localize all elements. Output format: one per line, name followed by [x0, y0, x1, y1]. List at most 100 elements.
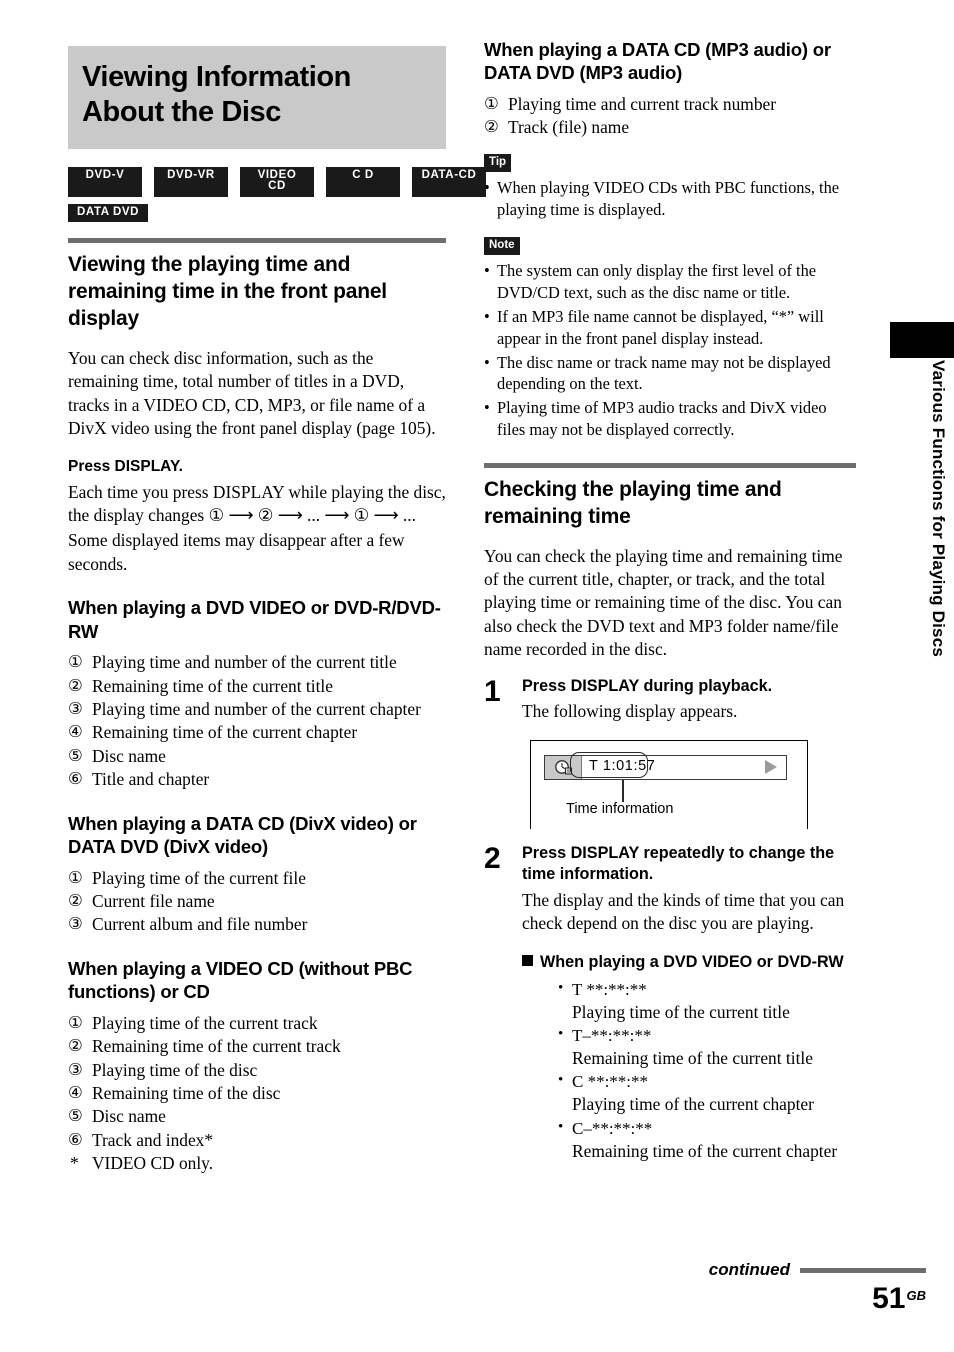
list-item-label: Playing time of the disc [92, 1059, 258, 1080]
press-display-sequence: Each time you press DISPLAY while playin… [68, 481, 446, 526]
section-heading-front-panel: Viewing the playing time and remaining t… [68, 253, 387, 330]
chapter-tab-marker [890, 322, 954, 358]
list-item: ② Track (file) name [484, 116, 856, 139]
time-code-desc: Playing time of the current chapter [572, 1094, 814, 1115]
list-item-label: Playing time and number of the current c… [92, 699, 421, 720]
clock-icon-svg [554, 759, 572, 775]
list-item-label: Remaining time of the current chapter [92, 722, 358, 743]
subheading-mp3: When playing a DATA CD (MP3 audio) or DA… [484, 39, 831, 84]
list-divx: ① Playing time of the current file ② Curre… [68, 867, 446, 937]
circled-number-icon: ④ [68, 1083, 83, 1103]
circled-number-icon: ① [68, 652, 83, 672]
list-dvd-video: ① Playing time and number of the current … [68, 651, 446, 791]
circled-number-icon: ⑥ [68, 1129, 83, 1149]
time-code: C **:**:** [558, 1071, 856, 1093]
step-1: 1 Press DISPLAY during playback. The fol… [484, 676, 856, 829]
list-mp3: ① Playing time and current track number ②… [484, 93, 856, 140]
section-rule [68, 238, 446, 244]
play-triangle-icon [765, 760, 777, 775]
list-item-label: Remaining time of the disc [92, 1083, 281, 1104]
right-column: When playing a DATA CD (MP3 audio) or DA… [484, 38, 856, 1164]
circled-number-icon: ⑥ [68, 769, 83, 789]
note-badge: Note [484, 236, 520, 256]
footnote-label: VIDEO CD only. [92, 1153, 214, 1174]
list-item-label: Playing time and number of the current t… [92, 652, 397, 673]
time-code: T–**:**:** [558, 1025, 856, 1047]
step-1-number: 1 [484, 674, 501, 708]
note-block: Note The system can only display the fir… [484, 223, 856, 441]
page-number-value: 51 [872, 1282, 906, 1315]
list-item-label: Disc name [92, 1106, 166, 1127]
step-1-title: Press DISPLAY during playback. [522, 676, 773, 695]
list-item: ① Playing time and current track number [484, 93, 856, 116]
circled-number-icon: ② [68, 1036, 83, 1056]
tip-block: Tip When playing VIDEO CDs with PBC func… [484, 140, 856, 221]
circled-number-icon: ② [68, 891, 83, 911]
list-item-label: Title and chapter [92, 769, 210, 790]
note-item-label: The disc name or track name may not be d… [497, 352, 831, 394]
list-item: ② Current file name [68, 890, 446, 913]
step-2-number: 2 [484, 841, 501, 875]
note-item-label: Playing time of MP3 audio tracks and Div… [497, 398, 827, 440]
note-list: The system can only display the first le… [484, 260, 856, 441]
circled-2-inline: ② [257, 505, 274, 526]
checking-time-paragraph: You can check the playing time and remai… [484, 545, 843, 660]
step-2-title: Press DISPLAY repeatedly to change the t… [522, 843, 835, 884]
list-item: ⑥ Track and index* [68, 1129, 446, 1152]
footnote-video-cd: * VIDEO CD only. [68, 1152, 446, 1175]
display-bar: T 1:01:57 [544, 754, 787, 780]
section-rule-2 [484, 462, 856, 468]
list-item: Playing time of MP3 audio tracks and Div… [484, 397, 856, 441]
display-time-value: T 1:01:57 [589, 757, 656, 774]
list-dvd-time-codes: T **:**:** Playing time of the current t… [522, 979, 856, 1163]
list-item: T–**:**:** Remaining time of the current… [558, 1025, 856, 1070]
disc-badge-row-2: DATA DVD [68, 203, 446, 223]
list-item: ④ Remaining time of the current chapter [68, 721, 446, 744]
step-2: 2 Press DISPLAY repeatedly to change the… [484, 843, 856, 1164]
tip-badge: Tip [484, 153, 512, 173]
time-code-desc: Remaining time of the current chapter [572, 1140, 838, 1161]
circled-number-icon: ③ [68, 699, 83, 719]
press-display-note: Some displayed items may disappear after… [68, 530, 405, 574]
circled-1-inline-2: ① [353, 505, 370, 526]
time-code: T **:**:** [558, 979, 856, 1001]
subheading-divx: When playing a DATA CD (DivX video) or D… [68, 812, 417, 858]
circled-number-icon: ① [484, 93, 499, 113]
page-number: 51GB [709, 1284, 926, 1314]
list-item: ③ Playing time and number of the current … [68, 698, 446, 721]
step-2-text: The display and the kinds of time that y… [522, 889, 845, 934]
list-item: ③ Current album and file number [68, 913, 446, 936]
callout-leader-line [622, 779, 624, 802]
front-panel-display-illustration: T 1:01:57 Time information [530, 739, 808, 829]
badge-data-dvd: DATA DVD [68, 203, 149, 223]
badge-cd: C D [326, 166, 400, 197]
list-video-cd: ① Playing time of the current track ② Rema… [68, 1012, 446, 1152]
list-item: If an MP3 file name cannot be displayed,… [484, 306, 856, 350]
list-item-label: Remaining time of the current title [92, 675, 333, 696]
square-bullet-icon [522, 954, 533, 966]
list-item: ① Playing time and number of the current … [68, 651, 446, 674]
continued-label: continued [708, 1260, 790, 1279]
list-item: ① Playing time of the current track [68, 1012, 446, 1035]
list-item: When playing VIDEO CDs with PBC function… [484, 177, 856, 221]
list-item-label: Playing time of the current track [92, 1012, 318, 1033]
circled-number-icon: ③ [68, 914, 83, 934]
circled-number-icon: ② [484, 117, 499, 137]
list-item-label: Track and index* [92, 1129, 214, 1150]
page-number-suffix: GB [906, 1288, 927, 1303]
asterisk-icon: * [70, 1153, 79, 1174]
left-column: Viewing Information About the Disc DVD-V… [68, 46, 486, 1176]
list-item: The disc name or track name may not be d… [484, 352, 856, 396]
square-subheading-label: When playing a DVD VIDEO or DVD-RW [540, 952, 844, 971]
clock-icon [545, 755, 582, 779]
list-item: ④ Remaining time of the disc [68, 1082, 446, 1105]
list-item: ③ Playing time of the disc [68, 1059, 446, 1082]
list-item: ② Remaining time of the current track [68, 1035, 446, 1058]
list-item: ⑤ Disc name [68, 745, 446, 768]
badge-data-cd: DATA-CD [412, 166, 486, 197]
circled-number-icon: ③ [68, 1059, 83, 1079]
front-panel-paragraph: You can check disc information, such as … [68, 347, 436, 439]
illustration-caption: Time information [566, 800, 674, 817]
square-subheading-dvd-time: When playing a DVD VIDEO or DVD-RW [522, 952, 856, 973]
list-item-label: Playing time of the current file [92, 867, 306, 888]
